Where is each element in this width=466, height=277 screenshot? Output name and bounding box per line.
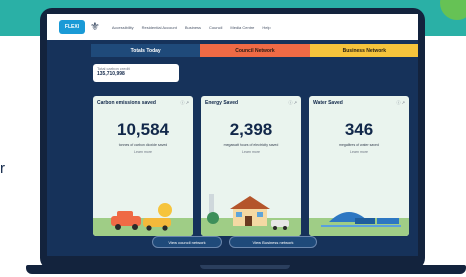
top-navigation: FLEXI ⚜ Accessibility Residential Accoun… — [47, 14, 418, 40]
tab-business-network[interactable]: Business Network — [309, 44, 418, 57]
view-tabs: Totals Today Council Network Business Ne… — [91, 44, 418, 57]
car-illustration — [93, 203, 193, 236]
water-illustration — [309, 212, 409, 236]
view-council-network-button[interactable]: View council network — [152, 236, 222, 248]
menu-item[interactable]: Council — [209, 25, 222, 30]
tab-totals-today[interactable]: Totals Today — [91, 44, 201, 57]
info-icon[interactable]: ⓘ ↗ — [397, 100, 405, 106]
stat-card-water: ⓘ ↗ Water Saved 346 megalitres of water … — [309, 96, 409, 236]
info-icon[interactable]: ⓘ ↗ — [181, 100, 189, 106]
crest-icon: ⚜ — [90, 20, 100, 33]
card-link[interactable]: Learn more — [313, 150, 405, 154]
stat-card-carbon: ⓘ ↗ Carbon emissions saved 10,584 tonnes… — [93, 96, 193, 236]
view-business-network-button[interactable]: View Business network — [229, 236, 317, 248]
card-title: Water Saved — [313, 100, 343, 106]
card-title: Energy Saved — [205, 100, 239, 106]
main-menu: Accessibility Residential Account Busine… — [112, 25, 271, 30]
menu-item[interactable]: Help — [262, 25, 270, 30]
card-link[interactable]: Learn more — [205, 150, 297, 154]
menu-item[interactable]: Accessibility — [112, 25, 134, 30]
site-logo[interactable]: FLEXI — [59, 20, 85, 34]
stat-card-energy: ⓘ ↗ Energy Saved 2,398 megawatt hours of… — [201, 96, 301, 236]
house-illustration — [201, 194, 301, 236]
menu-item[interactable]: Residential Account — [142, 25, 177, 30]
counter-value: 135,710,998 — [97, 71, 125, 77]
tab-council-network[interactable]: Council Network — [200, 44, 310, 57]
card-description: tonnes of carbon dioxide saved — [118, 143, 168, 147]
card-description: megalitres of water saved — [339, 143, 379, 147]
total-counter: Total carbon credit 135,710,998 — [93, 64, 179, 82]
card-link[interactable]: Learn more — [97, 150, 189, 154]
card-value: 2,398 — [229, 120, 273, 139]
menu-item[interactable]: Media Centre — [230, 25, 254, 30]
laptop-screen: FLEXI ⚜ Accessibility Residential Accoun… — [47, 14, 418, 256]
card-description: megawatt hours of electricity saved — [223, 143, 279, 147]
menu-item[interactable]: Business — [185, 25, 201, 30]
card-title: Carbon emissions saved — [97, 100, 156, 106]
laptop-notch — [200, 265, 290, 269]
card-value: 10,584 — [117, 120, 169, 139]
info-icon[interactable]: ⓘ ↗ — [289, 100, 297, 106]
side-text-fragment: r — [0, 160, 5, 177]
card-value: 346 — [344, 120, 374, 139]
